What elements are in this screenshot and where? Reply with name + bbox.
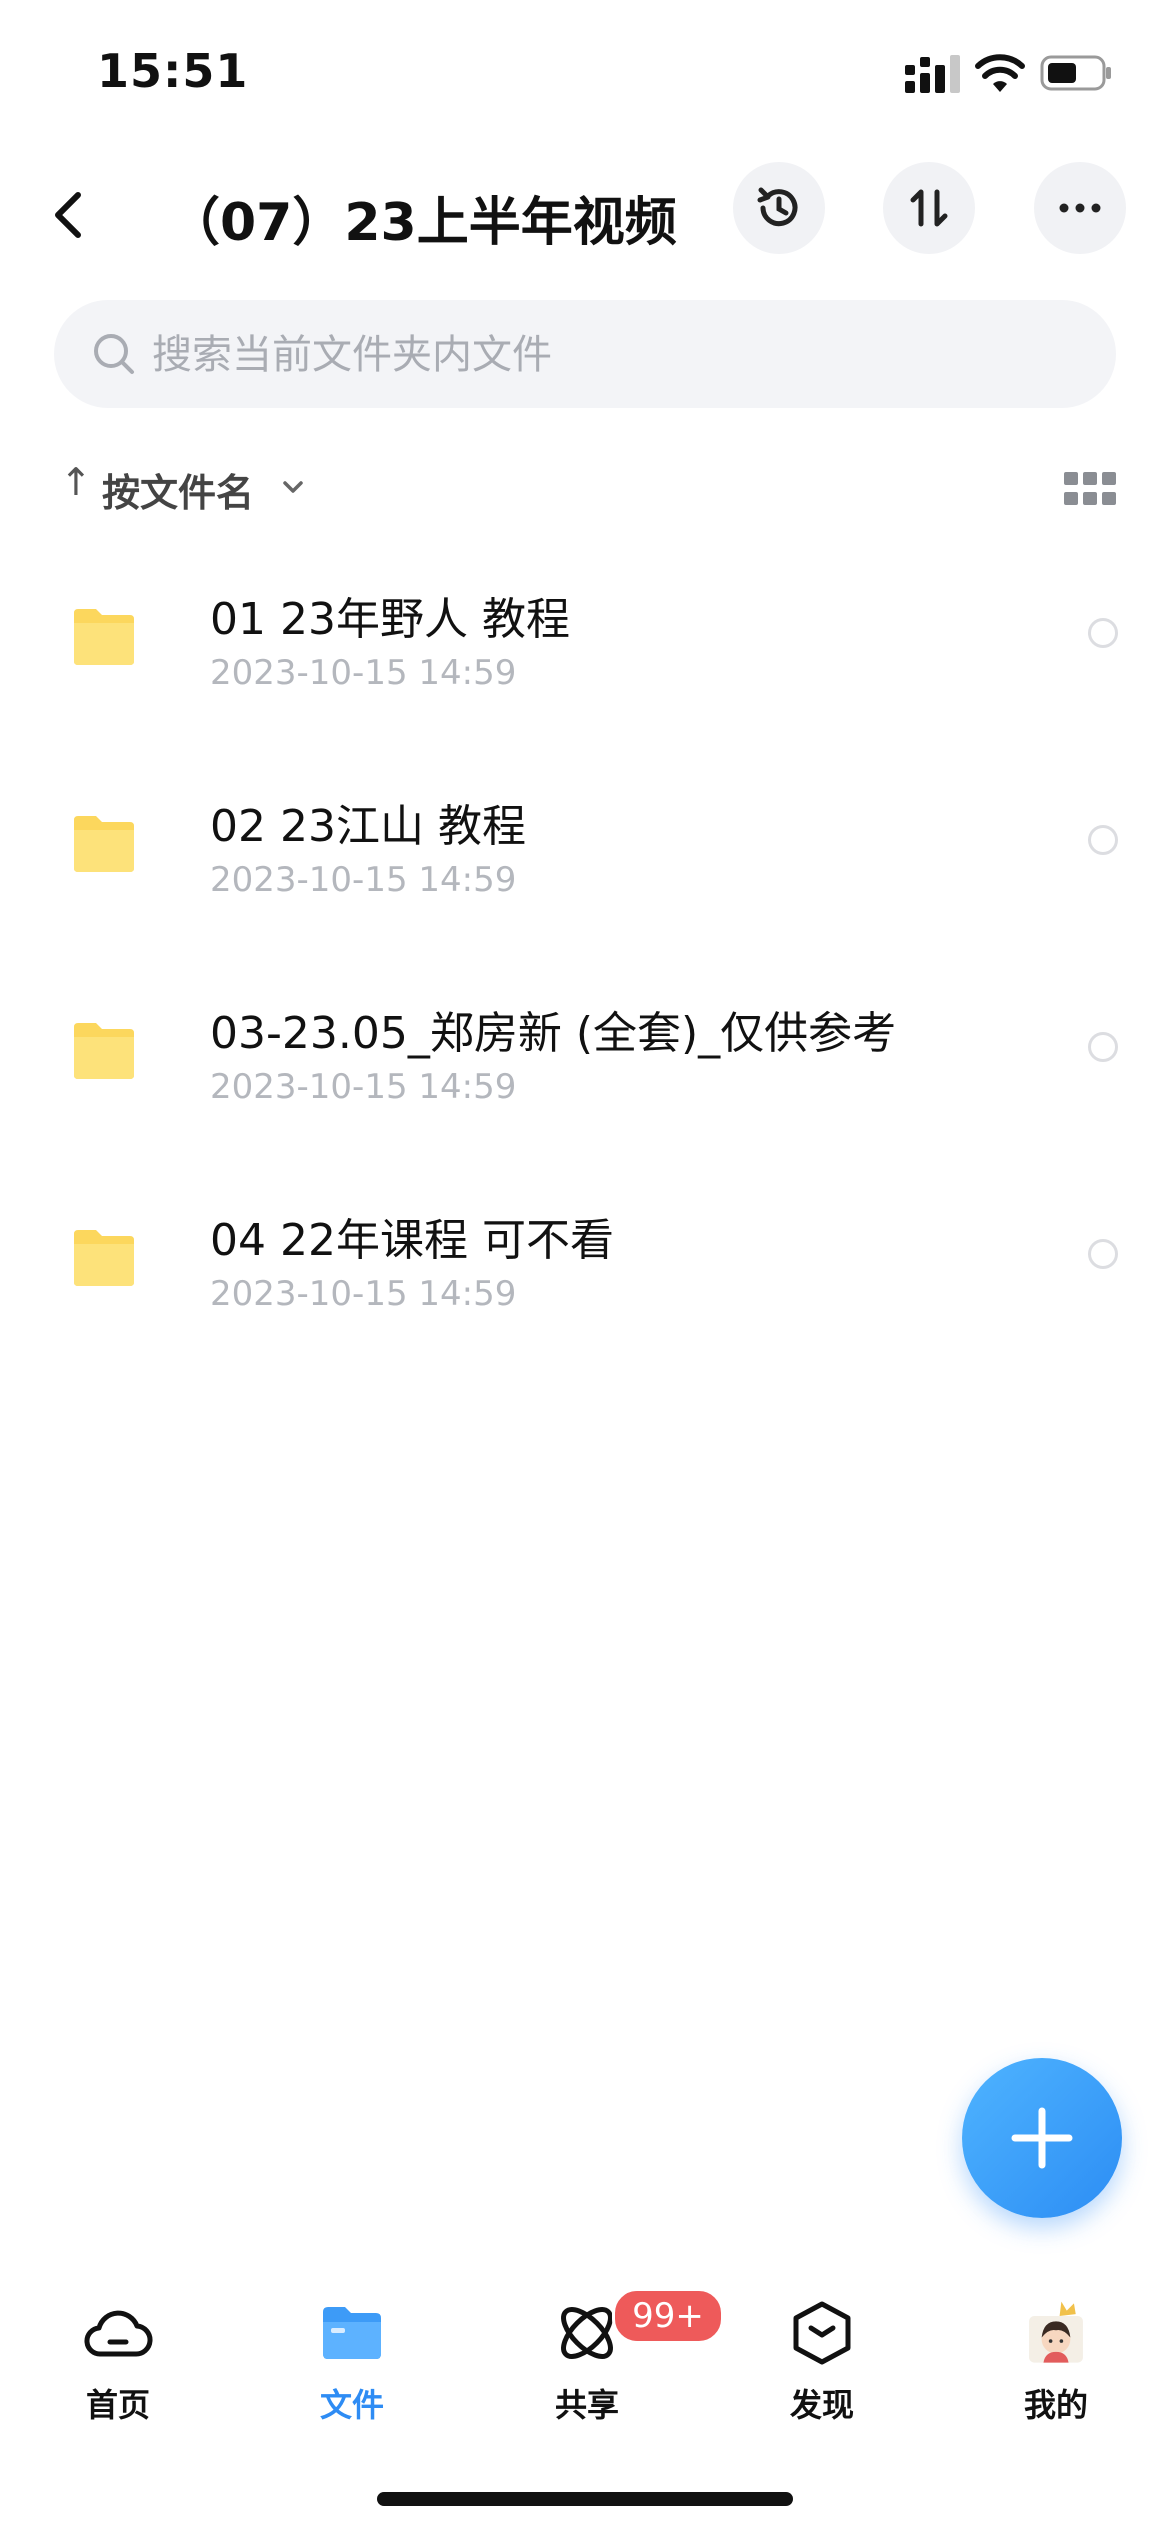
notification-badge: 99+: [612, 2288, 724, 2344]
grid-view-icon[interactable]: [1064, 468, 1116, 510]
tab-label: 文件: [319, 2386, 384, 2424]
tab-home[interactable]: 首页: [28, 2270, 208, 2430]
cloud-icon: [84, 2310, 153, 2357]
history-button[interactable]: [733, 162, 825, 254]
page-title: （07）23上半年视频: [168, 193, 677, 253]
file-date: 2023-10-15 14:59: [210, 860, 517, 900]
sort-row: ↑ 按文件名: [60, 458, 1120, 518]
tab-share[interactable]: 99+ 共享: [497, 2270, 724, 2430]
avatar: [1029, 2301, 1083, 2363]
status-time: 15:51: [97, 44, 249, 98]
folder-icon: [74, 1230, 134, 1286]
folder-icon: [323, 2307, 381, 2359]
tab-label: 首页: [85, 2386, 150, 2424]
home-indicator: [377, 2492, 793, 2506]
file-row[interactable]: 03-23.05_郑房新 (全套)_仅供参考 2023-10-15 14:59: [0, 969, 1170, 1169]
file-name: 01 23年野人 教程: [210, 594, 570, 645]
tab-discover[interactable]: 发现: [732, 2270, 912, 2430]
select-checkbox[interactable]: [1088, 825, 1118, 855]
search-input[interactable]: [150, 300, 1054, 410]
folder-icon: [74, 609, 134, 665]
tab-mine[interactable]: 我的: [966, 2270, 1146, 2430]
transfer-arrows-icon: [910, 189, 948, 227]
sort-by-name-dropdown[interactable]: 按文件名: [102, 462, 254, 517]
bottom-tab-bar: 首页 文件 99+ 共享 发现 我的: [0, 2270, 1170, 2440]
select-checkbox[interactable]: [1088, 618, 1118, 648]
plus-icon: [1011, 2107, 1073, 2169]
tab-label: 共享: [554, 2386, 619, 2424]
more-button[interactable]: [1034, 162, 1126, 254]
transfer-button[interactable]: [883, 162, 975, 254]
file-date: 2023-10-15 14:59: [210, 1067, 517, 1107]
add-button[interactable]: [962, 2058, 1122, 2218]
file-date: 2023-10-15 14:59: [210, 1274, 517, 1314]
file-row[interactable]: 04 22年课程 可不看 2023-10-15 14:59: [0, 1176, 1170, 1376]
folder-icon: [74, 1023, 134, 1079]
search-icon: [94, 334, 134, 374]
header: （07）23上半年视频: [0, 160, 1170, 270]
search-bar[interactable]: [54, 300, 1116, 410]
file-row[interactable]: 02 23江山 教程 2023-10-15 14:59: [0, 762, 1170, 962]
history-icon: [757, 187, 798, 227]
tab-files[interactable]: 文件: [262, 2270, 442, 2430]
cellular-signal-icon: [905, 55, 960, 93]
back-arrow-icon[interactable]: [40, 185, 100, 245]
wifi-icon: [975, 54, 1025, 92]
tab-label: 我的: [1023, 2386, 1088, 2424]
sort-direction-arrow[interactable]: ↑: [60, 460, 92, 504]
file-name: 04 22年课程 可不看: [210, 1215, 614, 1266]
file-date: 2023-10-15 14:59: [210, 653, 517, 693]
select-checkbox[interactable]: [1088, 1239, 1118, 1269]
file-name: 02 23江山 教程: [210, 801, 526, 852]
select-checkbox[interactable]: [1088, 1032, 1118, 1062]
file-row[interactable]: 01 23年野人 教程 2023-10-15 14:59: [0, 555, 1170, 755]
more-dots-icon: [1059, 203, 1101, 213]
cube-icon: [793, 2301, 851, 2365]
folder-icon: [74, 816, 134, 872]
chevron-down-icon[interactable]: [278, 472, 308, 502]
tab-label: 发现: [789, 2386, 854, 2424]
status-bar: 15:51: [0, 0, 1170, 150]
battery-icon: [1040, 55, 1111, 91]
file-name: 03-23.05_郑房新 (全套)_仅供参考: [210, 1008, 897, 1059]
